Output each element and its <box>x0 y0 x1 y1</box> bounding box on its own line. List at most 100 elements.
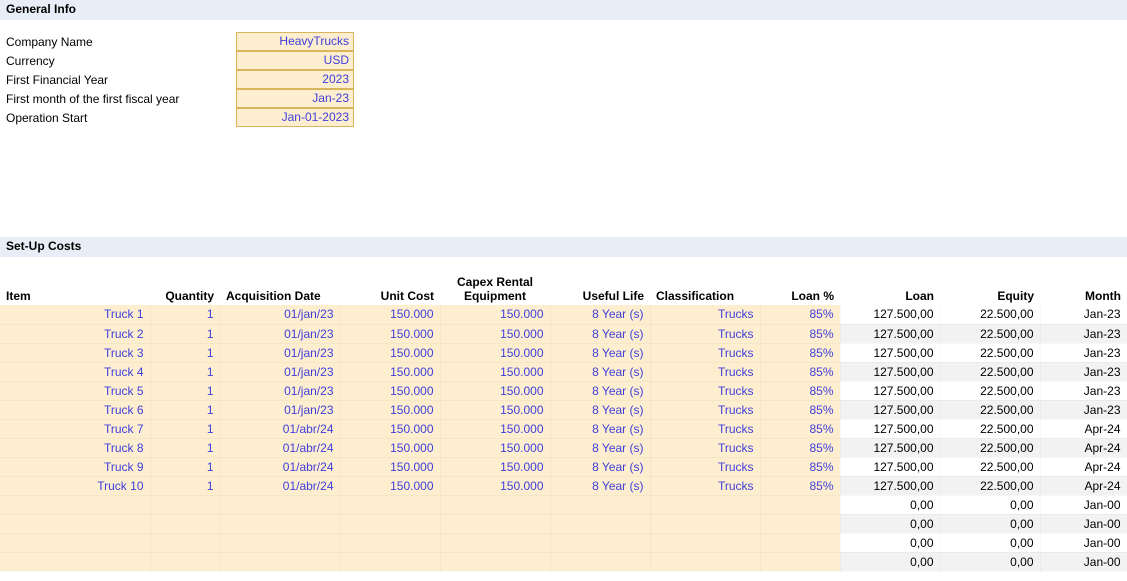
cell-life[interactable]: 8 Year (s) <box>550 324 650 343</box>
cell-loanp[interactable]: 85% <box>760 324 840 343</box>
cell-capex[interactable]: 150.000 <box>440 476 550 495</box>
cell-life[interactable]: 8 Year (s) <box>550 381 650 400</box>
cell-life[interactable]: 8 Year (s) <box>550 343 650 362</box>
cell-qty[interactable]: 1 <box>150 362 220 381</box>
cell-unit[interactable] <box>340 552 440 571</box>
cell-acq[interactable]: 01/jan/23 <box>220 305 340 324</box>
cell-unit[interactable] <box>340 495 440 514</box>
cell-item[interactable] <box>0 552 150 571</box>
cell-class[interactable]: Trucks <box>650 476 760 495</box>
cell-unit[interactable]: 150.000 <box>340 305 440 324</box>
cell-item[interactable]: Truck 9 <box>0 457 150 476</box>
cell-capex[interactable]: 150.000 <box>440 400 550 419</box>
cell-unit[interactable] <box>340 514 440 533</box>
cell-item[interactable] <box>0 533 150 552</box>
cell-qty[interactable]: 1 <box>150 343 220 362</box>
cell-capex[interactable]: 150.000 <box>440 343 550 362</box>
cell-loanp[interactable]: 85% <box>760 476 840 495</box>
cell-class[interactable]: Trucks <box>650 324 760 343</box>
cell-life[interactable] <box>550 514 650 533</box>
cell-loanp[interactable]: 85% <box>760 305 840 324</box>
general-info-value[interactable]: USD <box>236 51 354 70</box>
cell-qty[interactable]: 1 <box>150 305 220 324</box>
cell-acq[interactable] <box>220 495 340 514</box>
cell-item[interactable]: Truck 1 <box>0 305 150 324</box>
cell-loanp[interactable] <box>760 552 840 571</box>
cell-qty[interactable]: 1 <box>150 419 220 438</box>
cell-class[interactable]: Trucks <box>650 457 760 476</box>
cell-qty[interactable] <box>150 514 220 533</box>
cell-item[interactable]: Truck 7 <box>0 419 150 438</box>
general-info-value[interactable]: 2023 <box>236 70 354 89</box>
cell-qty[interactable]: 1 <box>150 438 220 457</box>
cell-acq[interactable]: 01/jan/23 <box>220 400 340 419</box>
cell-item[interactable]: Truck 2 <box>0 324 150 343</box>
cell-loanp[interactable]: 85% <box>760 381 840 400</box>
cell-capex[interactable] <box>440 514 550 533</box>
cell-unit[interactable]: 150.000 <box>340 362 440 381</box>
cell-class[interactable]: Trucks <box>650 362 760 381</box>
cell-item[interactable]: Truck 8 <box>0 438 150 457</box>
cell-loanp[interactable]: 85% <box>760 343 840 362</box>
cell-acq[interactable] <box>220 514 340 533</box>
cell-life[interactable]: 8 Year (s) <box>550 362 650 381</box>
cell-loanp[interactable]: 85% <box>760 457 840 476</box>
cell-unit[interactable]: 150.000 <box>340 381 440 400</box>
cell-unit[interactable]: 150.000 <box>340 419 440 438</box>
cell-item[interactable] <box>0 514 150 533</box>
cell-class[interactable] <box>650 533 760 552</box>
cell-acq[interactable]: 01/abr/24 <box>220 438 340 457</box>
cell-class[interactable] <box>650 495 760 514</box>
cell-qty[interactable]: 1 <box>150 457 220 476</box>
cell-loanp[interactable] <box>760 533 840 552</box>
cell-item[interactable]: Truck 6 <box>0 400 150 419</box>
cell-capex[interactable]: 150.000 <box>440 362 550 381</box>
cell-class[interactable] <box>650 552 760 571</box>
cell-life[interactable]: 8 Year (s) <box>550 419 650 438</box>
cell-life[interactable]: 8 Year (s) <box>550 400 650 419</box>
cell-class[interactable]: Trucks <box>650 438 760 457</box>
cell-capex[interactable]: 150.000 <box>440 419 550 438</box>
cell-capex[interactable]: 150.000 <box>440 381 550 400</box>
cell-unit[interactable]: 150.000 <box>340 343 440 362</box>
general-info-value[interactable]: Jan-01-2023 <box>236 108 354 127</box>
cell-item[interactable]: Truck 5 <box>0 381 150 400</box>
cell-acq[interactable]: 01/abr/24 <box>220 419 340 438</box>
cell-acq[interactable]: 01/jan/23 <box>220 362 340 381</box>
general-info-value[interactable]: HeavyTrucks <box>236 32 354 51</box>
cell-capex[interactable] <box>440 495 550 514</box>
cell-qty[interactable]: 1 <box>150 476 220 495</box>
cell-unit[interactable]: 150.000 <box>340 457 440 476</box>
cell-capex[interactable]: 150.000 <box>440 324 550 343</box>
cell-class[interactable]: Trucks <box>650 305 760 324</box>
cell-acq[interactable]: 01/abr/24 <box>220 457 340 476</box>
cell-capex[interactable]: 150.000 <box>440 305 550 324</box>
cell-qty[interactable] <box>150 533 220 552</box>
cell-acq[interactable]: 01/abr/24 <box>220 476 340 495</box>
general-info-value[interactable]: Jan-23 <box>236 89 354 108</box>
cell-unit[interactable]: 150.000 <box>340 324 440 343</box>
cell-life[interactable]: 8 Year (s) <box>550 438 650 457</box>
cell-loanp[interactable]: 85% <box>760 419 840 438</box>
cell-class[interactable]: Trucks <box>650 400 760 419</box>
cell-qty[interactable]: 1 <box>150 400 220 419</box>
cell-item[interactable]: Truck 4 <box>0 362 150 381</box>
cell-unit[interactable]: 150.000 <box>340 438 440 457</box>
cell-class[interactable] <box>650 514 760 533</box>
cell-capex[interactable]: 150.000 <box>440 438 550 457</box>
cell-capex[interactable] <box>440 533 550 552</box>
cell-item[interactable]: Truck 10 <box>0 476 150 495</box>
cell-acq[interactable] <box>220 533 340 552</box>
cell-life[interactable] <box>550 552 650 571</box>
cell-acq[interactable]: 01/jan/23 <box>220 381 340 400</box>
cell-unit[interactable]: 150.000 <box>340 476 440 495</box>
cell-qty[interactable] <box>150 495 220 514</box>
cell-life[interactable] <box>550 533 650 552</box>
cell-unit[interactable]: 150.000 <box>340 400 440 419</box>
cell-loanp[interactable] <box>760 514 840 533</box>
cell-life[interactable] <box>550 495 650 514</box>
cell-capex[interactable] <box>440 552 550 571</box>
cell-item[interactable] <box>0 495 150 514</box>
cell-acq[interactable]: 01/jan/23 <box>220 343 340 362</box>
cell-life[interactable]: 8 Year (s) <box>550 457 650 476</box>
